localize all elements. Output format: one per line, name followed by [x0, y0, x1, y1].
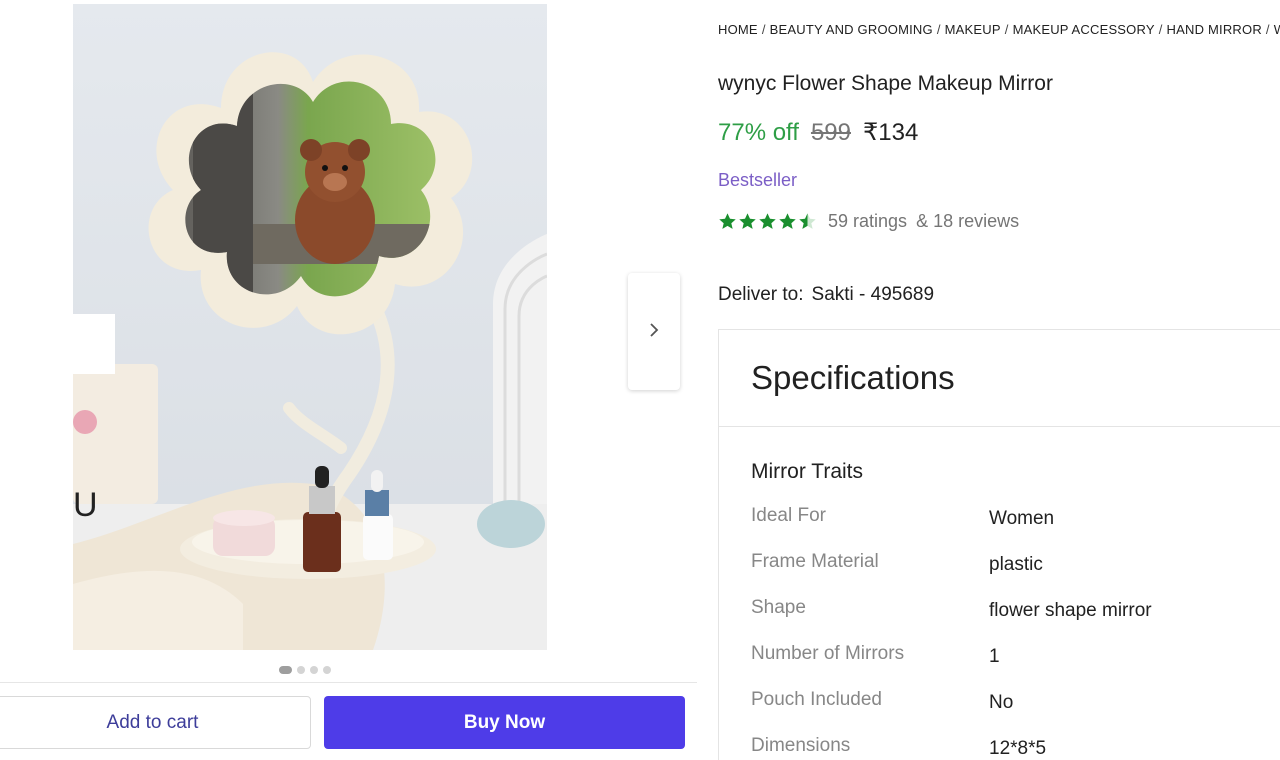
specifications-title: Specifications — [751, 359, 955, 396]
spec-row: Number of Mirrors 1 — [751, 643, 1152, 689]
breadcrumb-item[interactable]: HAND MIRROR — [1167, 22, 1262, 37]
product-photo: U — [73, 4, 547, 650]
star-rating — [718, 212, 817, 231]
specifications-card: Specifications Mirror Traits Ideal For W… — [718, 329, 1280, 760]
bestseller-badge: Bestseller — [718, 170, 798, 190]
original-price: 599 — [810, 119, 851, 146]
action-bar: Add to cart Buy Now — [0, 682, 697, 760]
spec-table: Ideal For Women Frame Material plastic S… — [751, 505, 1152, 760]
spec-value: Women — [989, 508, 1055, 529]
spec-key: Frame Material — [751, 551, 879, 572]
reviews-count: & 18 reviews — [916, 211, 1020, 231]
spec-row: Ideal For Women — [751, 505, 1152, 551]
spec-row: Frame Material plastic — [751, 551, 1152, 597]
chevron-right-icon — [649, 321, 659, 342]
discount-percent: 77% off — [718, 119, 799, 146]
product-title: wynyc Flower Shape Makeup Mirror — [718, 72, 1053, 95]
spec-key: Number of Mirrors — [751, 643, 905, 664]
spec-value: 1 — [989, 646, 1000, 667]
carousel-dot[interactable] — [279, 666, 292, 674]
carousel-dot[interactable] — [310, 666, 318, 674]
star-icon — [759, 213, 776, 229]
breadcrumb-item[interactable]: W — [1274, 22, 1280, 37]
star-icon — [739, 213, 756, 229]
spec-key: Ideal For — [751, 505, 826, 526]
spec-value: 12*8*5 — [989, 738, 1047, 759]
breadcrumb: HOME / BEAUTY AND GROOMING / MAKEUP / MAKEUP A… — [718, 22, 1280, 37]
spec-row: Dimensions 12*8*5 — [751, 735, 1152, 760]
spec-key: Shape — [751, 597, 806, 618]
add-to-cart-button[interactable]: Add to cart — [0, 696, 311, 749]
price-row: 77% off 599 ₹134 — [718, 118, 918, 147]
star-icon — [799, 213, 816, 229]
rating-row[interactable]: 59 ratings & 18 reviews — [718, 211, 1019, 232]
ratings-count: 59 ratings — [828, 211, 908, 231]
specifications-header[interactable]: Specifications — [719, 330, 1280, 427]
selling-price: ₹134 — [863, 119, 919, 146]
buy-now-button[interactable]: Buy Now — [324, 696, 685, 749]
spec-value: flower shape mirror — [989, 600, 1152, 621]
spec-section-title: Mirror Traits — [751, 460, 863, 483]
carousel-dots — [279, 666, 331, 674]
spec-key: Dimensions — [751, 735, 851, 756]
breadcrumb-item[interactable]: BEAUTY AND GROOMING — [770, 22, 933, 37]
deliver-label: Deliver to: — [718, 284, 804, 305]
spec-key: Pouch Included — [751, 689, 882, 710]
breadcrumb-item[interactable]: HOME — [718, 22, 758, 37]
svg-text:U: U — [73, 486, 98, 524]
product-image[interactable]: U — [73, 4, 547, 650]
carousel-next-button[interactable] — [628, 273, 680, 390]
carousel-dot[interactable] — [323, 666, 331, 674]
spec-row: Shape flower shape mirror — [751, 597, 1152, 643]
spec-value: plastic — [989, 554, 1043, 575]
star-icon — [719, 213, 736, 229]
spec-value: No — [989, 692, 1014, 713]
breadcrumb-item[interactable]: MAKEUP ACCESSORY — [1013, 22, 1155, 37]
delivery-location[interactable]: Deliver to: Sakti - 495689 — [718, 284, 934, 306]
carousel-dot[interactable] — [297, 666, 305, 674]
spec-row: Pouch Included No — [751, 689, 1152, 735]
star-icon — [779, 213, 796, 229]
breadcrumb-item[interactable]: MAKEUP — [945, 22, 1001, 37]
delivery-pincode: Sakti - 495689 — [811, 284, 935, 305]
